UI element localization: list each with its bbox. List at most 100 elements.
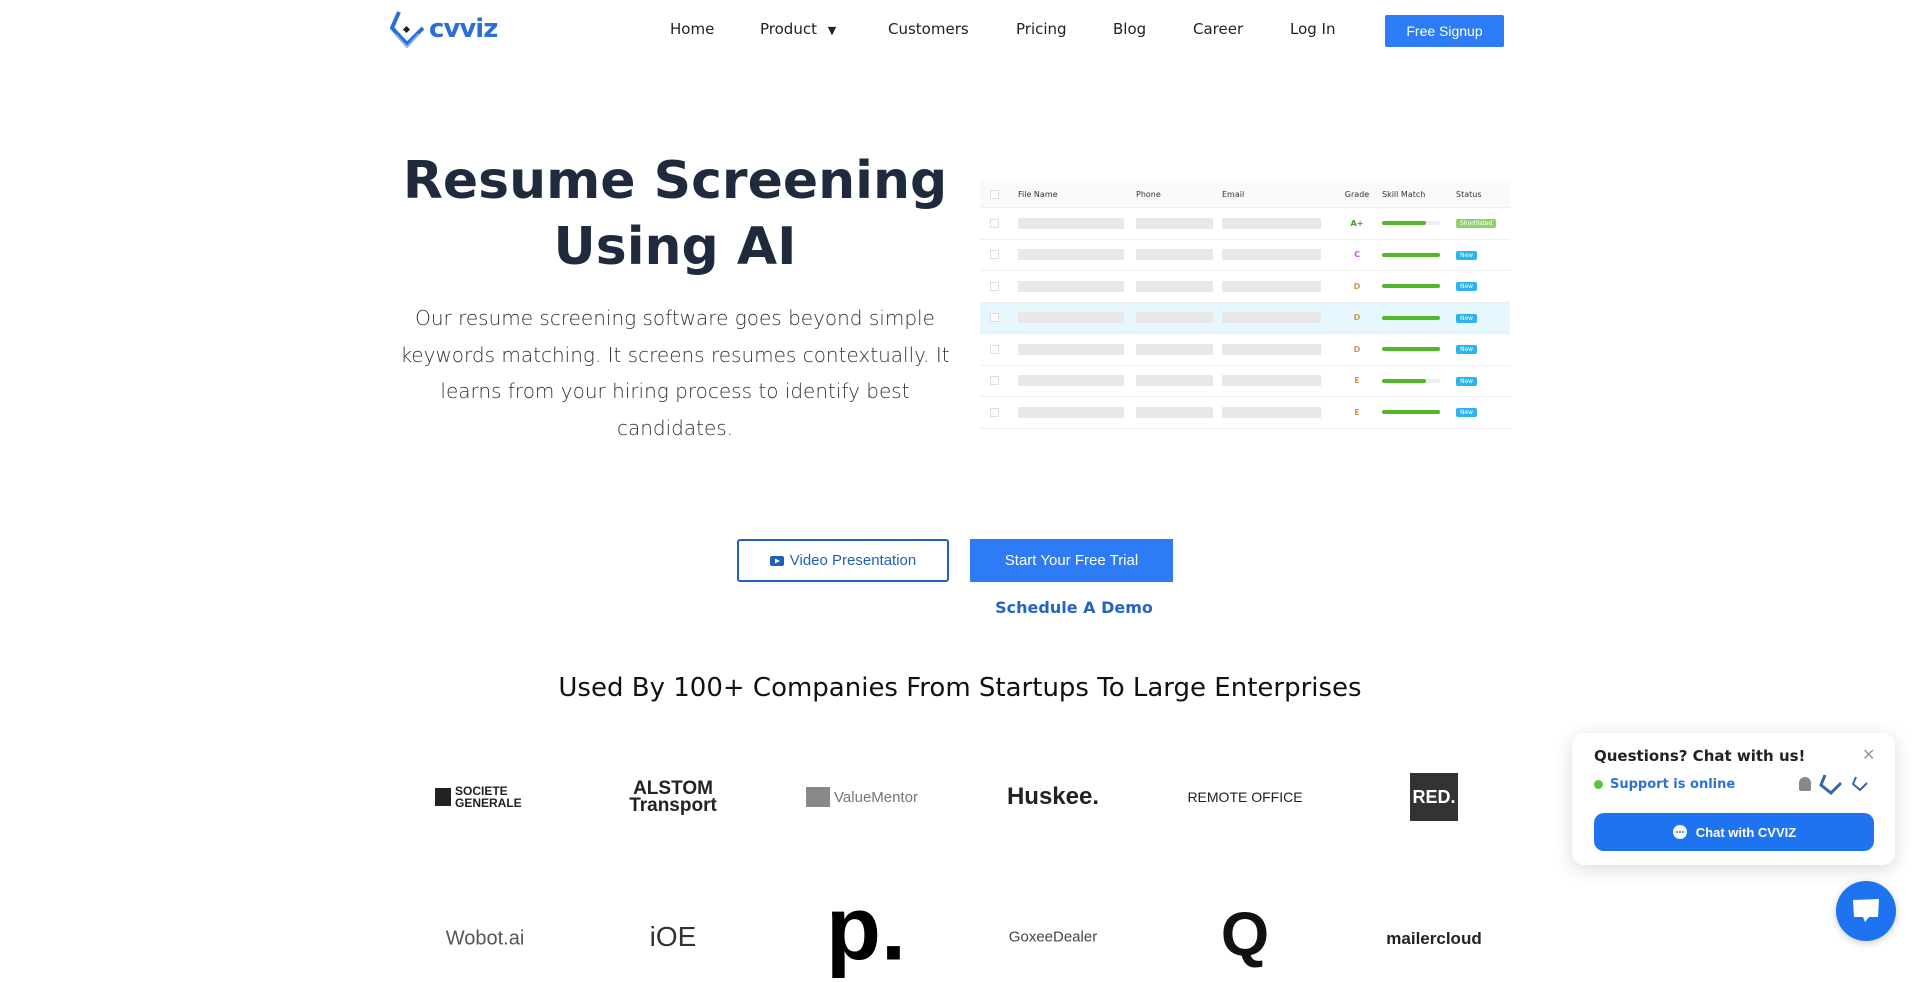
video-presentation-label: Video Presentation xyxy=(789,552,917,569)
nav-product[interactable]: Product ▼ xyxy=(760,20,836,38)
row-checkbox xyxy=(990,250,999,260)
status-badge: New xyxy=(1456,282,1478,292)
logo-ioe: iOE xyxy=(649,921,697,952)
table-row: D New xyxy=(980,302,1510,334)
grade: D xyxy=(1353,281,1361,291)
logo-goxeedealer: GoxeeDealer xyxy=(1008,928,1098,946)
logo-mailercloud: mailercloud xyxy=(1386,929,1482,948)
status-badge: New xyxy=(1456,376,1478,386)
logo-remote-office: REMOTE OFFICE xyxy=(1187,789,1303,805)
caret-down-icon: ▼ xyxy=(827,24,837,37)
agent-avatars xyxy=(1799,773,1869,795)
table-row: E New xyxy=(980,366,1510,397)
hero-title-line2: Using AI xyxy=(553,217,797,277)
cvviz-logo-icon xyxy=(389,11,425,48)
status-badge: New xyxy=(1456,250,1478,260)
table-row: D New xyxy=(980,334,1510,366)
nav-customers[interactable]: Customers xyxy=(888,20,969,38)
email-placeholder xyxy=(1222,249,1321,261)
file-name-placeholder xyxy=(1018,312,1125,324)
online-dot-icon xyxy=(1594,780,1603,789)
file-name-placeholder xyxy=(1018,217,1125,229)
file-name-placeholder xyxy=(1018,375,1125,387)
companies-heading: Used By 100+ Companies From Startups To … xyxy=(558,673,1362,703)
grade: E xyxy=(1354,407,1360,417)
row-checkbox xyxy=(990,376,999,386)
grade: C xyxy=(1354,250,1360,260)
header-file-name: File Name xyxy=(1018,189,1058,199)
file-name-placeholder xyxy=(1018,249,1125,261)
logo-red: RED. xyxy=(1410,773,1458,821)
phone-placeholder xyxy=(1136,343,1214,355)
email-placeholder xyxy=(1222,312,1321,324)
phone-placeholder xyxy=(1136,406,1214,418)
row-checkbox xyxy=(990,407,999,417)
phone-placeholder xyxy=(1136,217,1214,229)
file-name-placeholder xyxy=(1018,406,1125,418)
logo[interactable]: cvviz xyxy=(389,10,498,48)
hero-title-line1: Resume Screening xyxy=(402,151,948,211)
skill-match-bar xyxy=(1382,221,1440,226)
nav-pricing[interactable]: Pricing xyxy=(1016,20,1067,38)
phone-placeholder xyxy=(1136,249,1214,261)
file-name-placeholder xyxy=(1018,343,1125,355)
nav-career[interactable]: Career xyxy=(1193,20,1243,38)
nav-home[interactable]: Home xyxy=(670,20,714,38)
hero-description: Our resume screening software goes beyon… xyxy=(400,306,950,440)
header-phone: Phone xyxy=(1136,189,1161,199)
close-icon[interactable]: ✕ xyxy=(1862,745,1875,764)
chat-icon xyxy=(1853,899,1879,922)
skill-match-bar xyxy=(1382,252,1440,257)
phone-placeholder xyxy=(1136,280,1214,292)
email-placeholder xyxy=(1222,406,1321,418)
chat-launcher-button[interactable] xyxy=(1836,881,1896,941)
grade: A+ xyxy=(1350,218,1364,228)
nav-blog[interactable]: Blog xyxy=(1113,20,1146,38)
header-grade: Grade xyxy=(1344,189,1370,199)
chat-widget: Questions? Chat with us! ✕ Support is on… xyxy=(1572,733,1895,865)
nav-login[interactable]: Log In xyxy=(1290,20,1336,38)
candidates-table-preview: File Name Phone Email Grade Skill Match … xyxy=(980,181,1510,429)
table-row: A+ Shortlisted xyxy=(980,208,1510,240)
header-email: Email xyxy=(1222,189,1245,199)
email-placeholder xyxy=(1222,280,1321,292)
phone-placeholder xyxy=(1136,375,1214,387)
logo-wobot: Wobot.ai xyxy=(445,927,525,950)
row-checkbox xyxy=(990,344,999,354)
hero-title: Resume Screening Using AI xyxy=(400,148,950,280)
email-placeholder xyxy=(1222,217,1321,229)
cvviz-avatar-icon xyxy=(1819,774,1843,795)
cvviz-avatar-small-icon xyxy=(1851,776,1868,792)
free-signup-button[interactable]: Free Signup xyxy=(1385,15,1504,47)
status-badge: New xyxy=(1456,345,1478,355)
logo-p: p. xyxy=(826,879,906,980)
video-presentation-button[interactable]: Video Presentation xyxy=(737,539,949,582)
logo-huskee: Huskee. xyxy=(1006,783,1100,810)
header-skill-match: Skill Match xyxy=(1382,189,1426,199)
skill-match-bar xyxy=(1382,378,1440,383)
table-header: File Name Phone Email Grade Skill Match … xyxy=(980,181,1510,208)
start-free-trial-button[interactable]: Start Your Free Trial xyxy=(970,539,1173,582)
skill-match-bar xyxy=(1382,410,1440,415)
chat-title: Questions? Chat with us! xyxy=(1594,747,1806,765)
table-row: E New xyxy=(980,397,1510,429)
status-badge: New xyxy=(1456,408,1478,418)
row-checkbox xyxy=(990,313,999,323)
schedule-demo-link[interactable]: Schedule A Demo xyxy=(974,598,1174,617)
logo-alstom: ALSTOM Transport xyxy=(629,778,717,816)
nav-product-label: Product xyxy=(760,20,817,38)
row-checkbox xyxy=(990,281,999,291)
status-badge: New xyxy=(1456,313,1478,323)
table-row: D New xyxy=(980,271,1510,303)
youtube-play-icon xyxy=(769,555,784,566)
chat-bubble-icon xyxy=(1672,825,1687,839)
brand-name: cvviz xyxy=(429,14,498,44)
status-badge: Shortlisted xyxy=(1456,219,1497,229)
table-row: C New xyxy=(980,240,1510,271)
grade: D xyxy=(1353,313,1361,323)
support-status-label: Support is online xyxy=(1610,777,1736,792)
support-status: Support is online xyxy=(1594,777,1735,792)
header-status: Status xyxy=(1456,189,1482,199)
phone-placeholder xyxy=(1136,312,1214,324)
chat-with-cvviz-button[interactable]: Chat with CVVIZ xyxy=(1594,813,1874,851)
